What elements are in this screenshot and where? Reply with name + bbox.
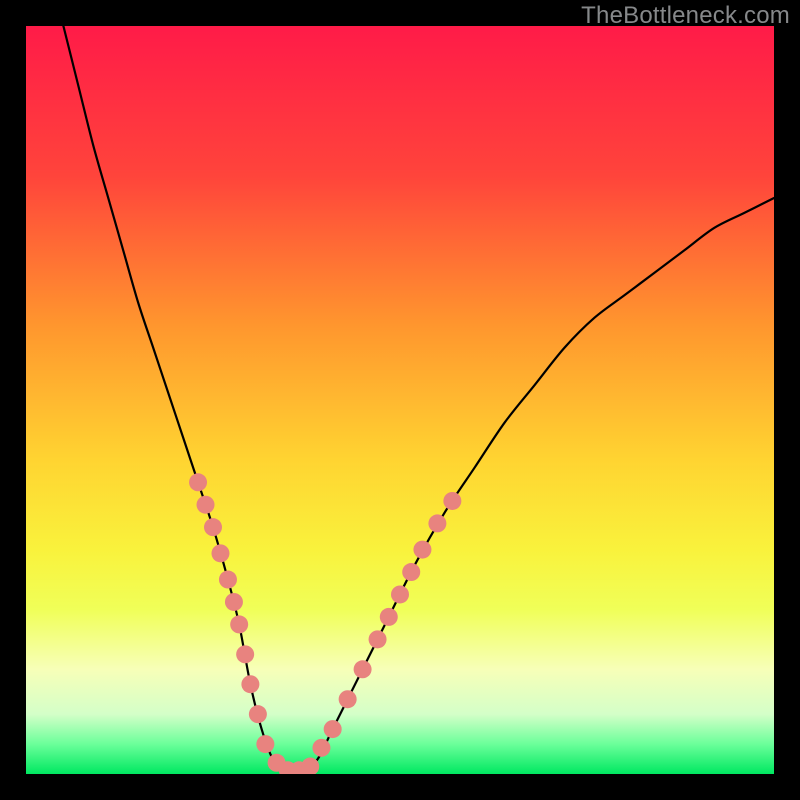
gradient-background xyxy=(26,26,774,774)
highlight-dot xyxy=(211,544,229,562)
highlight-dot xyxy=(312,739,330,757)
highlight-dot xyxy=(230,615,248,633)
highlight-dot xyxy=(380,608,398,626)
highlight-dot xyxy=(225,593,243,611)
highlight-dot xyxy=(339,690,357,708)
highlight-dot xyxy=(256,735,274,753)
highlight-dot xyxy=(189,473,207,491)
highlight-dot xyxy=(402,563,420,581)
highlight-dot xyxy=(413,541,431,559)
highlight-dot xyxy=(391,585,409,603)
highlight-dot xyxy=(219,571,237,589)
highlight-dot xyxy=(369,630,387,648)
chart-frame xyxy=(26,26,774,774)
highlight-dot xyxy=(236,645,254,663)
highlight-dot xyxy=(324,720,342,738)
chart-svg xyxy=(26,26,774,774)
highlight-dot xyxy=(249,705,267,723)
highlight-dot xyxy=(354,660,372,678)
highlight-dot xyxy=(197,496,215,514)
highlight-dot xyxy=(241,675,259,693)
highlight-dot xyxy=(428,514,446,532)
highlight-dot xyxy=(443,492,461,510)
highlight-dot xyxy=(204,518,222,536)
